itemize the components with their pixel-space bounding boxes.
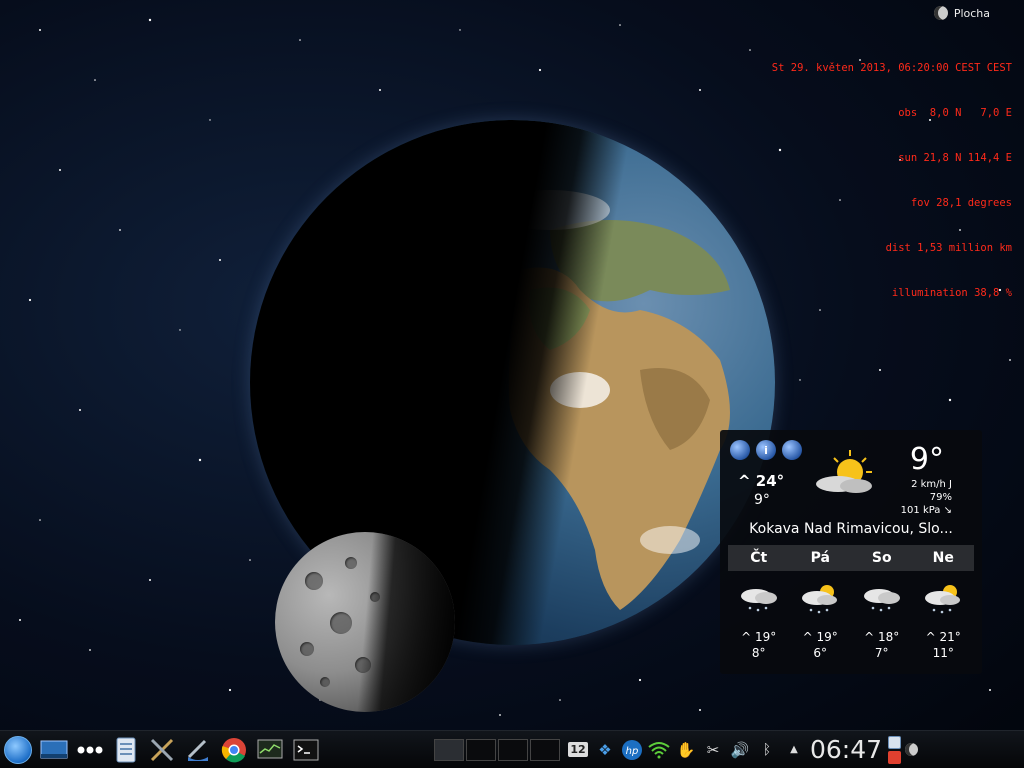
hand-icon: ✋ — [676, 740, 696, 759]
package-tray[interactable]: ✋ — [674, 738, 698, 762]
file-manager-button[interactable] — [111, 735, 141, 765]
system-monitor-button[interactable] — [255, 735, 285, 765]
moon — [275, 532, 455, 712]
hp-icon: hp — [622, 739, 642, 760]
weather-location: Kokava Nad Rimavicou, Slo... — [749, 521, 953, 537]
weather-details: 2 km/h J 79% 101 kPa ↘ — [901, 478, 952, 517]
forecast-low: 11° — [932, 646, 954, 660]
volume-icon: 🔊 — [730, 740, 750, 759]
kde-menu-button[interactable] — [3, 735, 33, 765]
forecast-list: ^ 19° 8° ^ 19° 6° ^ 18° 7° ^ 21° 11° — [728, 582, 974, 660]
desktop-1[interactable] — [434, 738, 464, 761]
calendar-button[interactable]: 12 — [566, 738, 590, 762]
forecast-days-header: Čt Pá So Ne — [728, 545, 974, 571]
settings-icon — [187, 739, 208, 761]
forecast-day-name: Čt — [750, 550, 768, 566]
terminal-button[interactable] — [291, 735, 321, 765]
desktop-icon — [40, 740, 68, 758]
hp-tray[interactable]: hp — [620, 738, 644, 762]
terminal-icon — [293, 739, 319, 760]
forecast-high: ^ 19° — [802, 630, 838, 644]
system-tray: 12 ❖ hp ✋ ✂ 🔊 ᛒ ▲ — [566, 738, 806, 762]
forecast-item: ^ 21° 11° — [913, 582, 975, 660]
logout-button[interactable] — [888, 750, 902, 764]
svg-text:hp: hp — [626, 746, 639, 757]
wind: 2 km/h J — [911, 479, 952, 490]
bluetooth-icon: ᛒ — [762, 741, 772, 758]
sun-cloud-snow-icon — [925, 585, 961, 614]
system-settings-button[interactable] — [183, 735, 213, 765]
forecast-low: 8° — [751, 646, 766, 660]
forecast-high: ^ 21° — [925, 630, 961, 644]
info-icon[interactable]: i — [756, 440, 776, 460]
forecast-low: 7° — [874, 646, 889, 660]
xplanet-line-obs: obs 8,0 N 7,0 E — [898, 107, 1012, 119]
forecast-item: ^ 19° 8° — [728, 582, 790, 660]
weather-tabs: i — [730, 440, 802, 460]
wifi-icon — [648, 741, 670, 758]
session-controls — [888, 735, 902, 764]
chrome-browser-button[interactable] — [219, 735, 249, 765]
desktop-2[interactable] — [466, 738, 496, 761]
more-icon — [77, 746, 103, 753]
activity-indicator[interactable]: Plocha — [933, 4, 990, 22]
cloud-snow-icon — [863, 589, 900, 612]
tools-button[interactable] — [147, 735, 177, 765]
moon-icon — [904, 743, 918, 756]
xplanet-line-date: St 29. květen 2013, 06:20:00 CEST CEST — [771, 62, 1012, 74]
calendar-icon: 12 — [568, 742, 588, 757]
taskbar: 12 ❖ hp ✋ ✂ 🔊 ᛒ ▲ 06:47 — [0, 730, 1024, 768]
humidity: 79% — [929, 492, 952, 503]
xplanet-info: St 29. květen 2013, 06:20:00 CEST CEST o… — [772, 31, 1012, 316]
klipper-tray[interactable]: ✂ — [701, 738, 725, 762]
system-monitor-icon — [257, 739, 283, 758]
network-tray[interactable] — [647, 738, 671, 762]
current-temperature: 9° — [909, 442, 944, 477]
clock[interactable]: 06:47 — [810, 735, 882, 764]
today-low: 9° — [754, 492, 770, 508]
activity-moon-icon — [933, 6, 948, 20]
lock-screen-button[interactable] — [888, 735, 902, 749]
moon-shade — [275, 532, 455, 712]
xplanet-line-sun: sun 21,8 N 114,4 E — [898, 152, 1012, 164]
forecast-day-name: Pá — [810, 550, 830, 566]
forecast-item: ^ 19° 6° — [790, 582, 852, 660]
activity-label: Plocha — [953, 6, 990, 20]
xplanet-line-fov: fov 28,1 degrees — [910, 197, 1012, 209]
kde-menu-icon — [4, 735, 32, 764]
forecast-day-name: Ne — [932, 550, 954, 566]
today-high: ^ 24° — [738, 472, 785, 490]
xplanet-line-dist: dist 1,53 million km — [885, 242, 1012, 254]
globe-icon[interactable] — [730, 440, 750, 460]
forecast-item: ^ 18° 7° — [851, 582, 913, 660]
desktop-4[interactable] — [530, 738, 560, 761]
virtual-desktop-pager — [434, 738, 560, 761]
show-desktop-button[interactable] — [39, 735, 69, 765]
forecast-low: 6° — [813, 646, 828, 660]
dropbox-icon: ❖ — [598, 740, 612, 759]
tools-icon — [150, 738, 174, 761]
xplanet-line-illumination: illumination 38,8 % — [891, 287, 1012, 299]
arrow-up-icon: ▲ — [790, 744, 798, 755]
dropbox-tray[interactable]: ❖ — [593, 738, 617, 762]
more-launchers-button[interactable] — [75, 735, 105, 765]
globe-icon[interactable] — [782, 440, 802, 460]
tray-expand-button[interactable]: ▲ — [782, 738, 806, 762]
forecast-high: ^ 18° — [864, 630, 900, 644]
scissors-icon: ✂ — [706, 740, 720, 759]
chrome-icon — [221, 737, 246, 762]
sun-cloud-icon — [816, 450, 872, 493]
desktop-3[interactable] — [498, 738, 528, 761]
file-manager-icon — [116, 737, 136, 762]
cloud-snow-icon — [740, 589, 777, 612]
volume-tray[interactable]: 🔊 — [728, 738, 752, 762]
bluetooth-tray[interactable]: ᛒ — [755, 738, 779, 762]
weather-widget: i ^ 24° 9° 9° 2 km/h J 79% 101 kPa ↘ Kok… — [720, 430, 982, 674]
forecast-day-name: So — [871, 550, 892, 566]
forecast-high: ^ 19° — [741, 630, 777, 644]
activities-button[interactable] — [904, 735, 918, 765]
pressure: 101 kPa ↘ — [900, 505, 952, 516]
sun-cloud-snow-icon — [802, 585, 838, 614]
